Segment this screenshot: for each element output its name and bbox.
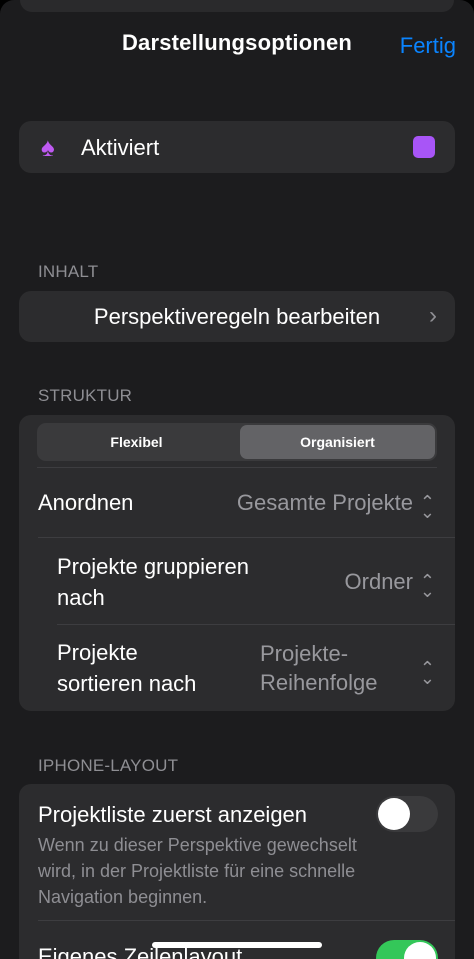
segment-organisiert[interactable]: Organisiert (240, 425, 435, 459)
group-value: Ordner (344, 569, 413, 594)
show-project-list-label: Projektliste zuerst anzeigen (38, 802, 308, 827)
divider (57, 624, 455, 625)
divider (38, 537, 455, 538)
struktur-card: Flexibel Organisiert Anordnen Gesamte Pr… (19, 415, 455, 711)
divider (37, 467, 437, 468)
toggle-knob (404, 942, 436, 959)
sort-label-line1: Projekte (57, 640, 138, 665)
sort-value-line2: Reihenfolge (260, 670, 378, 695)
chevron-up-down-icon: ⌃ ⌄ (419, 658, 435, 688)
arrange-label: Anordnen (38, 490, 134, 515)
section-header-struktur: STRUKTUR (38, 386, 133, 405)
done-button[interactable]: Fertig (400, 33, 456, 59)
display-options-sheet: Darstellungsoptionen Fertig ♠ Aktiviert … (0, 0, 474, 959)
home-indicator (152, 942, 322, 948)
structure-segmented-control: Flexibel Organisiert (37, 423, 437, 461)
own-row-layout-toggle[interactable] (376, 940, 438, 959)
background-sheet-edge (20, 0, 454, 12)
spade-icon: ♠ (41, 132, 55, 162)
activated-row[interactable]: ♠ Aktiviert (19, 121, 455, 173)
color-swatch[interactable] (413, 136, 435, 158)
iphone-layout-card: Projektliste zuerst anzeigen Wenn zu die… (19, 784, 455, 959)
toggle-knob (378, 798, 410, 830)
divider (38, 920, 455, 921)
activated-label: Aktiviert (81, 135, 160, 160)
chevron-right-icon: › (429, 302, 437, 329)
edit-rules-label: Perspektiveregeln bearbeiten (93, 304, 381, 329)
group-label-line1: Projekte gruppieren (57, 554, 250, 579)
section-header-iphone-layout: IPHONE-LAYOUT (38, 756, 179, 775)
chevron-up-down-icon: ⌃ ⌄ (419, 492, 435, 522)
group-label-line2: nach (57, 585, 105, 610)
arrange-value: Gesamte Projekte (236, 490, 413, 515)
section-header-inhalt: INHALT (38, 262, 99, 281)
edit-perspective-rules-row[interactable]: Perspektiveregeln bearbeiten › (19, 291, 455, 342)
chevron-up-down-icon: ⌃ ⌄ (419, 571, 435, 601)
segment-flexibel[interactable]: Flexibel (39, 425, 234, 459)
show-project-list-toggle[interactable] (376, 796, 438, 832)
sort-value-line1: Projekte- (260, 641, 349, 666)
sort-label-line2: sortieren nach (57, 671, 197, 696)
show-project-list-description: Wenn zu dieser Perspektive gewechselt wi… (38, 835, 357, 907)
